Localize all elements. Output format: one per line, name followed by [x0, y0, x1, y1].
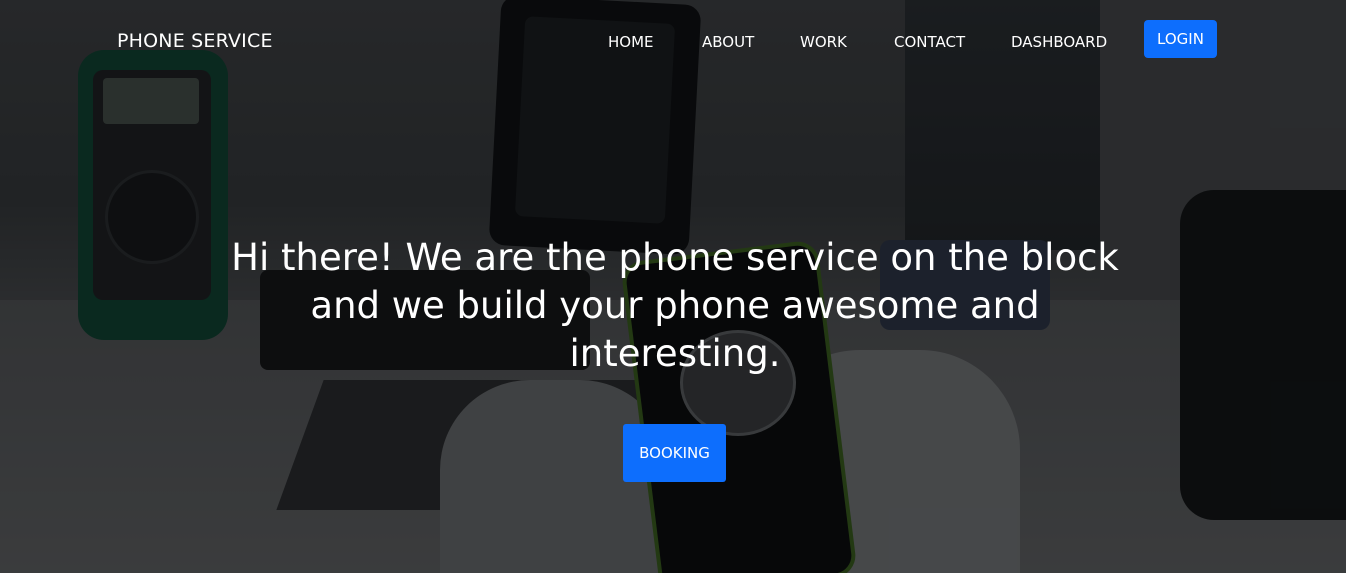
nav-link-contact[interactable]: CONTACT [894, 33, 965, 51]
navbar: PHONE SERVICE HOME ABOUT WORK CONTACT DA… [0, 0, 1346, 84]
nav-link-work[interactable]: WORK [800, 33, 847, 51]
login-button[interactable]: LOGIN [1144, 20, 1217, 58]
booking-button[interactable]: BOOKING [623, 424, 726, 482]
nav-link-home[interactable]: HOME [608, 33, 654, 51]
hero-title: Hi there! We are the phone service on th… [231, 236, 1119, 375]
nav-link-dashboard[interactable]: DASHBOARD [1011, 33, 1107, 51]
brand-logo[interactable]: PHONE SERVICE [117, 30, 273, 52]
nav-link-about[interactable]: ABOUT [702, 33, 754, 51]
